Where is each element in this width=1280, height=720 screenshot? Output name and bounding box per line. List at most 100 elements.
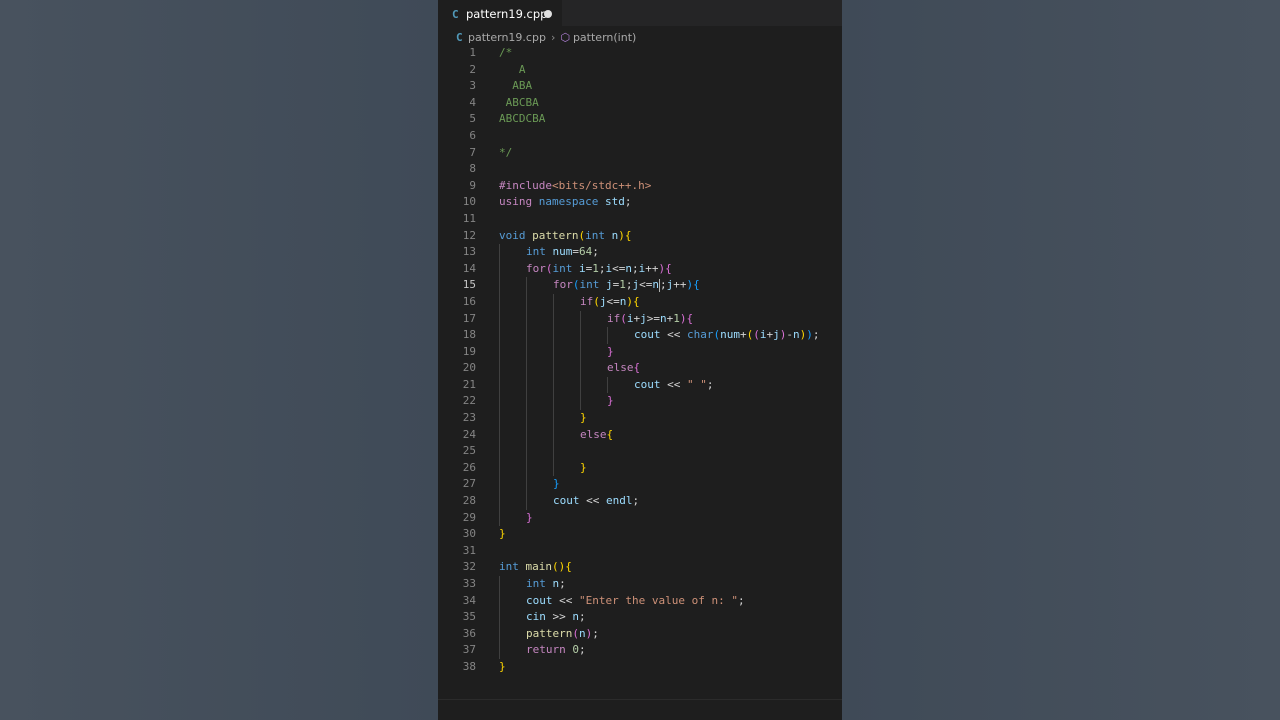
code-line[interactable]: 13 int num=64;	[438, 244, 842, 261]
code-line[interactable]: 33 int n;	[438, 576, 842, 593]
code-text: if(i+j>=n+1){	[607, 311, 693, 328]
code-line[interactable]: 5 ABCDCBA	[438, 111, 842, 128]
line-number: 32	[462, 560, 476, 574]
code-line[interactable]: 29}	[438, 509, 842, 527]
code-text: cout << endl;	[553, 493, 639, 510]
code-token: ;	[592, 245, 599, 259]
code-token: 1	[619, 278, 626, 292]
code-token: ;	[706, 377, 714, 391]
indent-guide	[499, 310, 500, 328]
code-token: std	[598, 195, 625, 209]
tab-pattern19-cpp[interactable]: C pattern19.cpp	[438, 0, 562, 27]
code-text: int n;	[526, 576, 566, 593]
code-token: int	[585, 228, 605, 242]
indent-guide	[526, 459, 527, 477]
code-token: (	[753, 328, 760, 342]
code-text: }	[580, 410, 587, 427]
code-token: " "	[687, 377, 707, 391]
code-token: pattern	[532, 228, 579, 242]
code-token: ){	[626, 294, 640, 308]
code-line[interactable]: 4 ABCBA	[438, 95, 842, 112]
indent-guide	[499, 476, 500, 494]
code-line[interactable]: 22}	[438, 393, 842, 411]
code-line[interactable]: 30}	[438, 526, 842, 543]
code-token: 0	[572, 643, 579, 657]
code-token: n	[660, 311, 667, 325]
code-token: >=	[646, 311, 660, 325]
code-line[interactable]: 2 A	[438, 62, 842, 79]
code-token: endl	[606, 494, 633, 508]
code-line[interactable]: 8	[438, 161, 842, 178]
code-line[interactable]: 12 void pattern(int n){	[438, 228, 842, 245]
breadcrumb-symbol[interactable]: pattern(int)	[573, 31, 636, 44]
code-token: for	[526, 261, 546, 275]
line-number: 20	[462, 361, 476, 375]
code-line[interactable]: 14 for(int i=1;i<=n;i++){	[438, 260, 842, 278]
line-number: 31	[462, 543, 476, 557]
code-token: }	[553, 477, 560, 491]
line-number: 5	[469, 112, 476, 126]
code-token: {	[606, 427, 614, 441]
code-text: }	[499, 526, 506, 543]
code-line[interactable]: 11	[438, 211, 842, 228]
code-line[interactable]: 6	[438, 128, 842, 145]
code-line[interactable]: 38}	[438, 659, 842, 676]
indent-guide	[580, 360, 581, 377]
tab-label: pattern19.cpp	[466, 7, 548, 21]
code-line[interactable]: 7 */	[438, 145, 842, 162]
code-line[interactable]: 26}	[438, 459, 842, 477]
code-token: cout	[526, 593, 553, 607]
code-line[interactable]: 19}	[438, 343, 842, 361]
code-token: }	[580, 411, 587, 425]
code-token: }	[499, 659, 506, 673]
breadcrumb-file[interactable]: pattern19.cpp	[468, 31, 546, 44]
indent-guide	[499, 293, 500, 311]
code-line[interactable]: 17 if(i+j>=n+1){	[438, 310, 842, 328]
code-token: j	[599, 278, 613, 292]
code-line[interactable]: 20 else{	[438, 360, 842, 377]
code-line[interactable]: 28 cout << endl;	[438, 493, 842, 510]
code-line[interactable]: 27}	[438, 476, 842, 494]
code-token: i	[572, 261, 586, 275]
code-line[interactable]: 36 pattern(n);	[438, 625, 842, 643]
code-line[interactable]: 21 cout << " ";	[438, 376, 842, 394]
code-line[interactable]: 3 ABA	[438, 78, 842, 95]
indent-guide	[499, 642, 500, 659]
unsaved-dot-icon[interactable]	[544, 10, 552, 18]
code-line[interactable]: 18 cout << char(num+((i+j)-n));	[438, 327, 842, 344]
code-text: cin >> n;	[526, 609, 586, 626]
code-line[interactable]: 24 else{	[438, 426, 842, 444]
code-line[interactable]: 35 cin >> n;	[438, 609, 842, 626]
code-line[interactable]: 16 if(j<=n){	[438, 293, 842, 311]
line-number: 13	[462, 245, 476, 259]
code-token: }	[580, 460, 587, 474]
code-line[interactable]: 10 using namespace std;	[438, 194, 842, 211]
code-text: ABCDCBA	[499, 111, 545, 128]
indent-guide	[499, 509, 500, 527]
code-line[interactable]: 9 #include<bits/stdc++.h>	[438, 178, 842, 195]
code-line[interactable]: 15 for(int j=1;j<=n;j++){	[438, 277, 842, 294]
code-token: n	[604, 228, 619, 242]
indent-guide	[499, 260, 500, 278]
code-token: cout	[553, 494, 580, 508]
code-line[interactable]: 37 return 0;	[438, 642, 842, 659]
code-line[interactable]: 31	[438, 543, 842, 560]
code-line[interactable]: 34 cout << "Enter the value of n: ";	[438, 592, 842, 610]
indent-guide	[580, 327, 581, 344]
code-token: n	[625, 261, 632, 275]
indent-guide	[499, 493, 500, 510]
code-line[interactable]: 25	[438, 443, 842, 460]
code-line[interactable]: 1 /*	[438, 45, 842, 62]
code-line[interactable]: 23}	[438, 410, 842, 427]
indent-guide	[526, 277, 527, 294]
code-token: cout	[634, 328, 661, 342]
code-area[interactable]: 1/* 2 A3 ABA 4 ABCBA 5 ABCDCBA 6 7 */8 9 #include…	[438, 45, 842, 676]
code-token: int	[499, 560, 519, 574]
code-line[interactable]: 32 int main(){	[438, 559, 842, 576]
indent-guide	[607, 376, 608, 394]
function-cube-icon: ⬡	[560, 30, 570, 44]
indent-guide	[553, 393, 554, 411]
code-text: A	[499, 62, 526, 79]
line-number: 8	[469, 162, 476, 176]
code-token: ;	[632, 261, 639, 275]
